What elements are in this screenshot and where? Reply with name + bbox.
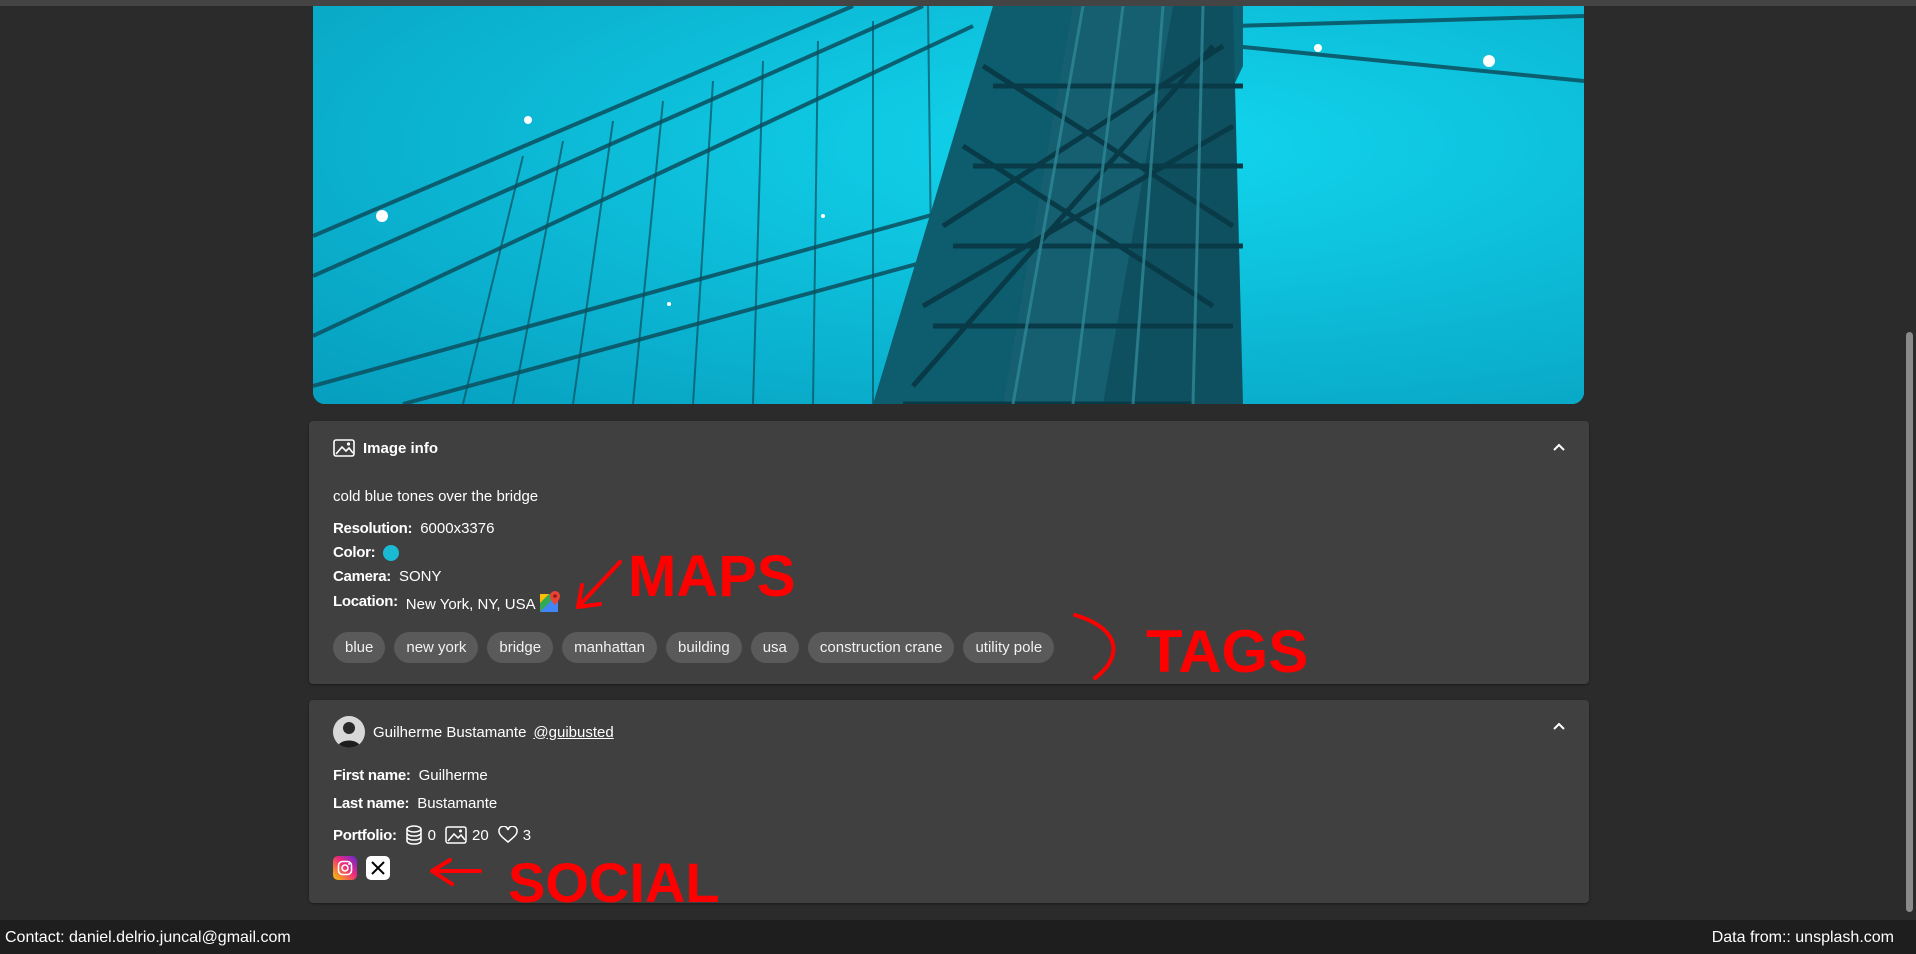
portfolio-row: Portfolio: 0 20 3 [333,825,540,845]
photos-stat: 20 [445,826,489,844]
tag-chip[interactable]: construction crane [807,632,955,663]
tag-chip[interactable]: manhattan [562,632,657,663]
likes-count: 3 [522,826,532,844]
user-header[interactable]: Guilherme Bustamante @guibusted [333,716,614,748]
chevron-up-icon[interactable] [1551,441,1567,453]
tag-list: blue new york bridge manhattan building … [333,632,1063,663]
heart-icon [497,826,518,843]
tag-chip[interactable]: usa [750,632,799,663]
portfolio-label: Portfolio: [333,826,397,844]
camera-label: Camera: [333,568,391,585]
color-label: Color: [333,544,376,561]
image-info-card: Image info cold blue tones over the brid… [309,421,1589,684]
tag-chip[interactable]: blue [333,632,386,663]
user-full-name: Guilherme Bustamante [373,723,527,741]
collections-count: 0 [427,826,436,844]
image-info-header[interactable]: Image info [333,439,438,457]
image-description: cold blue tones over the bridge [333,488,539,505]
photos-count: 20 [472,826,489,844]
image-info-title: Image info [363,439,439,457]
footer: Contact: daniel.delrio.juncal@gmail.com … [0,920,1916,954]
resolution-value: 6000x3376 [420,520,495,537]
last-name-value: Bustamante [417,795,498,812]
camera-value: SONY [398,568,442,585]
first-name-label: First name: [333,767,411,784]
last-name-label: Last name: [333,795,410,812]
resolution-row: Resolution: 6000x3376 [333,520,494,537]
contact-text: Contact: daniel.delrio.juncal@gmail.com [5,929,291,946]
location-value: New York, NY, USA [405,596,536,613]
likes-stat: 3 [497,826,532,844]
tag-chip[interactable]: utility pole [963,632,1055,663]
first-name-value: Guilherme [418,767,488,784]
color-row: Color: [333,544,400,561]
image-icon [333,439,355,457]
database-icon [405,825,422,845]
tag-chip[interactable]: building [665,632,742,663]
x-twitter-icon[interactable] [366,856,390,880]
google-maps-icon[interactable] [539,590,561,613]
first-name-row: First name: Guilherme [333,767,488,784]
instagram-icon[interactable] [333,856,357,880]
image-icon [445,826,467,844]
user-handle-link[interactable]: @guibusted [533,724,613,741]
user-card: Guilherme Bustamante @guibusted First na… [309,700,1589,903]
data-source-text: Data from:: unsplash.com [1711,929,1894,946]
resolution-label: Resolution: [333,520,413,537]
location-row: Location: New York, NY, USA [333,590,561,613]
camera-row: Camera: SONY [333,568,441,585]
photo [313,6,1584,404]
avatar [333,716,365,748]
social-links [333,856,399,880]
location-label: Location: [333,593,398,610]
page-scrollbar[interactable] [1902,6,1916,920]
chevron-up-icon[interactable] [1551,720,1567,732]
last-name-row: Last name: Bustamante [333,795,497,812]
tag-chip[interactable]: bridge [487,632,554,663]
color-swatch [383,544,400,561]
collections-stat: 0 [405,825,436,845]
tag-chip[interactable]: new york [394,632,479,663]
scrollbar-thumb[interactable] [1906,332,1913,912]
